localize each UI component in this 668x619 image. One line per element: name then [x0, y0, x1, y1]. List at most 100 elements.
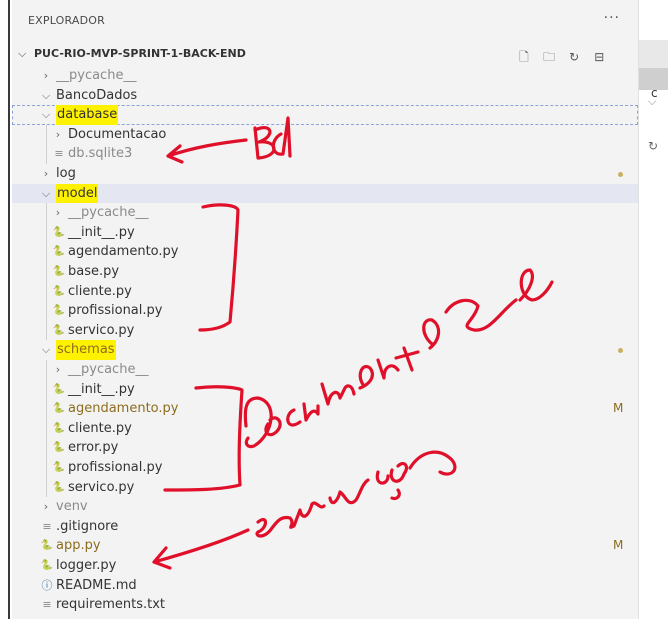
chevron-right-icon[interactable]: ›: [52, 360, 64, 380]
tree-file[interactable]: 🐍 __init__.py: [12, 380, 638, 400]
editor-tab[interactable]: c: [639, 40, 668, 100]
tree-item-label: requirements.txt: [56, 597, 166, 613]
python-file-icon: 🐍: [52, 226, 66, 238]
python-file-icon: 🐍: [40, 540, 54, 552]
changes-dot: [618, 348, 623, 354]
indent-guide: [46, 203, 47, 341]
chevron-down-icon[interactable]: ⌵: [40, 340, 52, 360]
collapse-all-icon[interactable]: ⊟: [589, 50, 609, 64]
chevron-right-icon[interactable]: ›: [40, 497, 52, 517]
chevron-down-icon[interactable]: ⌵: [40, 105, 52, 125]
chevron-down-icon[interactable]: ⌵: [40, 86, 52, 106]
modified-badge: M: [613, 401, 624, 416]
window-left-edge: [0, 0, 10, 619]
tree-file[interactable]: 🐍 app.py M: [12, 536, 638, 556]
more-actions-button[interactable]: ···: [604, 10, 620, 26]
indent-guide: [46, 124, 47, 164]
tree-file[interactable]: 🐍 profissional.py: [12, 301, 638, 321]
tree-file[interactable]: 🐍 cliente.py: [12, 419, 638, 439]
tree-file[interactable]: 🐍 servico.py: [12, 321, 638, 341]
tree-file[interactable]: 🐍 error.py: [12, 438, 638, 458]
python-file-icon: 🐍: [40, 560, 54, 571]
python-file-icon: 🐍: [52, 246, 66, 258]
chevron-down-icon: ⌵: [18, 47, 27, 60]
python-file-icon: 🐍: [52, 305, 66, 317]
python-file-icon: 🐍: [52, 481, 66, 493]
tree-file[interactable]: ≡ .gitignore: [12, 517, 638, 537]
python-file-icon: 🐍: [52, 383, 66, 395]
tree-item-label: app.py: [56, 538, 101, 554]
tree-file[interactable]: ≡ db.sqlite3: [12, 144, 638, 164]
tree-item-label: base.py: [68, 264, 120, 279]
tree-item-label: profissional.py: [68, 303, 163, 319]
tree-item-label: __pycache__: [68, 362, 149, 377]
tree-file[interactable]: 🐍 profissional.py: [12, 458, 638, 478]
tree-item-label: __init__.py: [68, 224, 135, 240]
tree-item-label: servico.py: [68, 479, 135, 495]
explorer-title: EXPLORADOR: [28, 14, 106, 27]
python-file-icon: 🐍: [52, 403, 66, 415]
tree-folder[interactable]: ⌵ model: [12, 183, 638, 204]
indent-guide: [46, 360, 47, 498]
tree-item-label: README.md: [56, 577, 137, 593]
tree-item-label: database: [56, 105, 119, 125]
tree-folder[interactable]: › __pycache__: [12, 66, 638, 86]
tree-file[interactable]: 🐍 cliente.py: [12, 282, 638, 302]
workspace-name: PUC-RIO-MVP-SPRINT-1-BACK-END: [34, 47, 246, 60]
tree-item-label: logger.py: [56, 558, 117, 573]
tree-item-label: .gitignore: [56, 518, 119, 534]
tree-item-label: cliente.py: [68, 420, 132, 436]
tree-item-label: servico.py: [68, 322, 135, 338]
tree-item-label: venv: [56, 499, 88, 515]
chevron-right-icon[interactable]: ›: [40, 164, 52, 184]
tree-item-label: cliente.py: [68, 283, 132, 299]
tree-item-label: schemas: [56, 340, 116, 360]
tree-item-label: agendamento.py: [68, 401, 179, 417]
workspace-section-header[interactable]: ⌵ PUC-RIO-MVP-SPRINT-1-BACK-END 🗋 🗀 ↻ ⊟: [12, 44, 638, 66]
refresh-icon[interactable]: ↻: [564, 50, 584, 64]
tree-item-label: profissional.py: [68, 460, 163, 475]
tree-item-label: agendamento.py: [68, 244, 179, 260]
chevron-down-icon[interactable]: ⌵: [648, 95, 656, 109]
tree-folder[interactable]: › log: [12, 164, 638, 184]
modified-badge: M: [613, 538, 624, 553]
tree-folder[interactable]: ⌵ BancoDados: [12, 86, 638, 106]
tree-file[interactable]: ≡ requirements.txt: [12, 595, 638, 615]
tree-folder[interactable]: › __pycache__: [12, 360, 638, 380]
tree-item-label: db.sqlite3: [68, 146, 133, 162]
python-file-icon: 🐍: [52, 324, 66, 336]
tree-folder[interactable]: › Documentacao: [12, 125, 638, 145]
tree-file[interactable]: 🐍 base.py: [12, 262, 638, 282]
tree-folder[interactable]: ⌵ database: [12, 105, 638, 125]
tree-item-label: __pycache__: [56, 68, 137, 83]
tree-file[interactable]: 🐍 agendamento.py: [12, 242, 638, 262]
tree-item-label: log: [56, 166, 76, 181]
explorer-panel: EXPLORADOR ··· ⌵ PUC-RIO-MVP-SPRINT-1-BA…: [12, 0, 638, 619]
changes-dot: [618, 172, 623, 177]
python-file-icon: 🐍: [52, 462, 66, 473]
tree-item-label: Documentacao: [68, 126, 167, 142]
tree-folder[interactable]: › venv: [12, 497, 638, 517]
tree-file[interactable]: ⓘ README.md: [12, 576, 638, 596]
tree-folder[interactable]: › __pycache__: [12, 203, 638, 223]
tree-item-label: BancoDados: [56, 87, 138, 103]
tree-file[interactable]: 🐍 agendamento.py M: [12, 399, 638, 419]
refresh-icon[interactable]: ↻: [648, 139, 658, 153]
info-icon: ⓘ: [41, 578, 53, 592]
editor-area: c ↻ ⌵: [638, 0, 668, 619]
chevron-right-icon[interactable]: ›: [52, 203, 64, 223]
python-file-icon: 🐍: [52, 285, 66, 297]
tree-folder[interactable]: ⌵ schemas: [12, 340, 638, 360]
python-file-icon: 🐍: [52, 266, 66, 277]
tree-file[interactable]: 🐍 __init__.py: [12, 223, 638, 243]
tree-file[interactable]: 🐍 servico.py: [12, 478, 638, 498]
chevron-right-icon[interactable]: ›: [52, 125, 64, 145]
text-file-icon: ≡: [54, 147, 64, 161]
tree-item-label: __pycache__: [68, 205, 149, 221]
tree-item-label: error.py: [68, 440, 119, 456]
text-file-icon: ≡: [42, 598, 52, 612]
chevron-right-icon[interactable]: ›: [40, 66, 52, 86]
text-file-icon: ≡: [42, 519, 52, 533]
tree-file[interactable]: 🐍 logger.py: [12, 556, 638, 576]
chevron-down-icon[interactable]: ⌵: [40, 184, 52, 204]
